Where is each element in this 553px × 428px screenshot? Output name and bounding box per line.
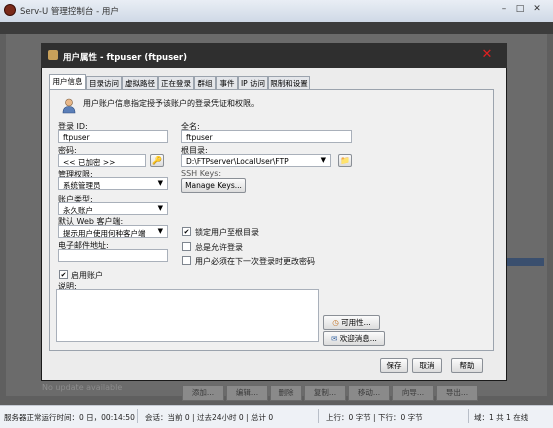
user-properties-icon xyxy=(48,50,58,60)
tab-groups[interactable]: 群组 xyxy=(194,76,216,89)
close-icon[interactable]: ✕ xyxy=(480,48,494,62)
help-button[interactable]: 帮助 xyxy=(451,358,483,373)
lock-root-label: 锁定用户至根目录 xyxy=(195,228,259,237)
message-icon: ✉ xyxy=(331,334,340,343)
password-field[interactable]: << 已加密 >> xyxy=(58,154,146,167)
app-icon xyxy=(4,4,16,16)
browse-folder-icon[interactable]: 📁 xyxy=(338,154,352,167)
chevron-down-icon: ▼ xyxy=(157,227,163,235)
bg-copy-button[interactable]: 复制... xyxy=(304,385,346,401)
status-domains: 域：1 共 1 在线 xyxy=(474,413,529,422)
close-window-icon[interactable]: ✕ xyxy=(530,4,544,15)
availability-label: 可用性... xyxy=(341,318,371,327)
bg-wizard-button[interactable]: 向导... xyxy=(392,385,434,401)
clock-icon: ◷ xyxy=(332,318,342,327)
status-separator xyxy=(468,409,469,423)
tab-limits-settings[interactable]: 限制和设置 xyxy=(268,76,310,89)
minimize-icon[interactable]: – xyxy=(497,4,511,15)
chevron-down-icon: ▼ xyxy=(157,179,163,187)
web-client-value: 提示用户使用何种客户端 xyxy=(63,229,146,238)
always-allow-label: 总是允许登录 xyxy=(195,243,243,252)
enable-account-label: 启用账户 xyxy=(71,271,103,280)
dialog-title-bar: 用户属性 - ftpuser (ftpuser) xyxy=(41,43,507,68)
status-uptime: 服务器正常运行时间：0 日，00:14:50 xyxy=(4,413,135,422)
account-type-select[interactable]: 永久账户 ▼ xyxy=(58,202,168,215)
admin-select[interactable]: 系统管理员 ▼ xyxy=(58,177,168,190)
email-field[interactable] xyxy=(58,249,168,262)
ssh-keys-label: SSH Keys: xyxy=(181,169,222,178)
availability-button[interactable]: ◷ 可用性... xyxy=(323,315,380,330)
tab-ip-access[interactable]: IP 访问 xyxy=(238,76,268,89)
main-title-bar: Serv-U 管理控制台 - 用户 xyxy=(0,0,553,22)
tab-events[interactable]: 事件 xyxy=(216,76,238,89)
always-allow-checkbox[interactable] xyxy=(182,242,191,251)
welcome-message-button[interactable]: ✉ 欢迎消息... xyxy=(323,331,385,346)
admin-value: 系统管理员 xyxy=(63,181,101,190)
cancel-button[interactable]: 取消 xyxy=(412,358,442,373)
tab-logging-in[interactable]: 正在登录 xyxy=(158,76,194,89)
rootdir-select[interactable]: D:\FTPserver\LocalUser\FTP ▼ xyxy=(181,154,331,167)
tab-directory-access[interactable]: 目录访问 xyxy=(86,76,122,89)
tab-user-info[interactable]: 用户信息 xyxy=(49,74,86,90)
web-client-select[interactable]: 提示用户使用何种客户端 ▼ xyxy=(58,225,168,238)
chevron-down-icon: ▼ xyxy=(320,156,326,164)
fullname-field[interactable]: ftpuser xyxy=(181,130,352,143)
bg-add-button[interactable]: 添加... xyxy=(182,385,224,401)
welcome-label: 欢迎消息... xyxy=(339,334,377,343)
chevron-down-icon: ▼ xyxy=(157,204,163,212)
manage-keys-button[interactable]: Manage Keys... xyxy=(181,178,246,193)
tab-virtual-paths[interactable]: 虚拟路径 xyxy=(122,76,158,89)
maximize-icon[interactable]: □ xyxy=(513,4,527,15)
bg-export-button[interactable]: 导出... xyxy=(436,385,478,401)
enable-account-checkbox[interactable]: ✔ xyxy=(59,270,68,279)
dialog-title: 用户属性 - ftpuser (ftpuser) xyxy=(63,53,188,63)
status-sessions: 会话：当前 0 | 过去24小时 0 | 总计 0 xyxy=(145,413,274,422)
update-status-text: No update available xyxy=(42,383,123,392)
window-title: Serv-U 管理控制台 - 用户 xyxy=(20,7,119,17)
bg-delete-button[interactable]: 删除 xyxy=(270,385,302,401)
status-separator xyxy=(318,409,319,423)
main-menu-bar xyxy=(0,22,553,34)
bg-edit-button[interactable]: 编辑... xyxy=(226,385,268,401)
lock-root-checkbox[interactable]: ✔ xyxy=(182,227,191,236)
save-button[interactable]: 保存 xyxy=(380,358,408,373)
password-generate-icon[interactable]: 🔑 xyxy=(150,154,164,167)
rootdir-value: D:\FTPserver\LocalUser\FTP xyxy=(186,157,289,166)
login-id-field[interactable]: ftpuser xyxy=(58,130,168,143)
description-textarea[interactable] xyxy=(56,289,319,342)
bg-move-button[interactable]: 移动... xyxy=(348,385,390,401)
must-change-label: 用户必须在下一次登录时更改密码 xyxy=(195,257,315,266)
account-type-value: 永久账户 xyxy=(63,206,93,215)
status-transfer: 上行：0 字节 | 下行：0 字节 xyxy=(326,413,423,422)
user-icon xyxy=(62,98,76,114)
info-text: 用户账户信息指定授予该账户的登录凭证和权限。 xyxy=(83,99,259,108)
must-change-checkbox[interactable] xyxy=(182,256,191,265)
status-separator xyxy=(137,409,138,423)
